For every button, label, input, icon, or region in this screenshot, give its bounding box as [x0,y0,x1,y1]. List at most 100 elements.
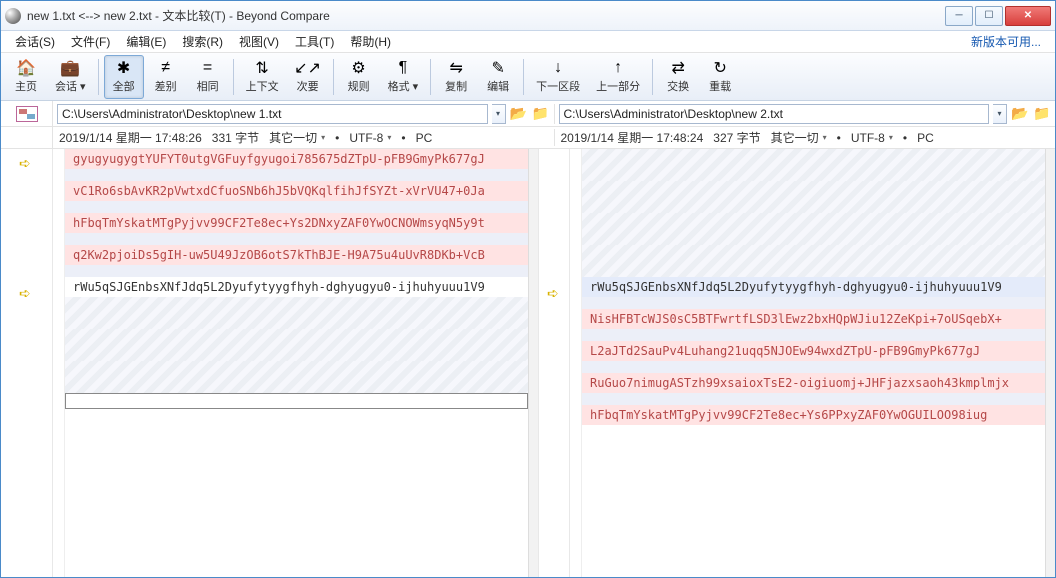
code-line[interactable]: vC1Ro6sbAvKR2pVwtxdCfuoSNb6hJ5bVQKqlfihJ… [65,181,528,201]
code-line[interactable] [65,201,528,213]
code-line[interactable] [65,297,528,329]
swap-button[interactable]: ⇄交换 [658,55,698,99]
chevron-down-icon[interactable]: ▾ [823,133,827,142]
maximize-button[interactable]: ☐ [975,6,1003,26]
menu-item[interactable]: 会话(S) [7,31,63,52]
left-path-dropdown[interactable]: ▾ [492,104,506,124]
toolbar-label: 会话 ▾ [55,78,86,94]
right-filter[interactable]: 其它一切 [771,129,819,146]
code-line[interactable] [65,329,528,361]
close-button[interactable]: ✕ [1005,6,1051,26]
code-line[interactable] [582,181,1045,213]
menu-item[interactable]: 工具(T) [287,31,342,52]
thumbnail-box[interactable] [1,101,53,127]
left-platform[interactable]: PC [416,131,433,145]
code-line[interactable]: rWu5qSJGEnbsXNfJdq5L2Dyufytyygfhyh-dghyu… [582,277,1045,297]
code-line[interactable] [582,149,1045,181]
copy-button[interactable]: ⇋复制 [436,55,476,99]
all-icon: ✱ [115,59,133,77]
update-link[interactable]: 新版本可用... [963,31,1049,52]
browse-icon[interactable]: 📁 [532,105,550,123]
browse-icon[interactable]: 📁 [1033,105,1051,123]
right-pane: rWu5qSJGEnbsXNfJdq5L2Dyufytyygfhyh-dghyu… [570,149,1055,577]
menu-item[interactable]: 文件(F) [63,31,118,52]
code-line[interactable]: q2Kw2pjoiDs5gIH-uw5U49JzOB6otS7kThBJE-H9… [65,245,528,265]
format-icon: ¶ [394,59,412,77]
menu-item[interactable]: 编辑(E) [118,31,174,52]
left-scrollbar[interactable] [528,149,538,577]
format-button[interactable]: ¶格式 ▾ [381,55,426,99]
right-path-dropdown[interactable]: ▾ [993,104,1007,124]
code-line[interactable] [582,297,1045,309]
toolbar-label: 上一部分 [596,78,640,94]
all-button[interactable]: ✱全部 [104,55,144,99]
minor-button[interactable]: ↙↗次要 [288,55,328,99]
open-folder-icon[interactable]: 📂 [1011,105,1029,123]
diff-arrow-icon[interactable]: ➪ [19,155,35,171]
next-section-button[interactable]: ↓下一区段 [529,55,587,99]
right-size: 327 字节 [713,129,760,146]
chevron-down-icon[interactable]: ▾ [321,133,325,142]
edit-button[interactable]: ✎编辑 [478,55,518,99]
right-scrollbar[interactable] [1045,149,1055,577]
code-line[interactable] [582,329,1045,341]
reload-icon: ↻ [711,59,729,77]
menu-item[interactable]: 搜索(R) [174,31,231,52]
code-line[interactable] [582,361,1045,373]
right-platform[interactable]: PC [917,131,934,145]
app-icon [5,8,21,24]
titlebar: new 1.txt <--> new 2.txt - 文本比较(T) - Bey… [1,1,1055,31]
same-button[interactable]: =相同 [188,55,228,99]
sessions-button[interactable]: 💼会话 ▾ [48,55,93,99]
left-lines[interactable]: gyugyugygtYUFYT0utgVGFuyfgyugoi785675dZT… [65,149,528,577]
code-line[interactable]: gyugyugygtYUFYT0utgVGFuyfgyugoi785675dZT… [65,149,528,169]
left-filter[interactable]: 其它一切 [269,129,317,146]
menu-item[interactable]: 帮助(H) [342,31,399,52]
code-line[interactable] [65,393,528,409]
toolbar-label: 格式 ▾ [388,78,419,94]
code-line[interactable]: RuGuo7nimugASTzh99xsaioxTsE2-oigiuomj+JH… [582,373,1045,393]
diff-arrow-icon[interactable]: ➪ [19,285,35,301]
right-lines[interactable]: rWu5qSJGEnbsXNfJdq5L2Dyufytyygfhyh-dghyu… [582,149,1045,577]
context-button[interactable]: ⇅上下文 [239,55,286,99]
right-encoding[interactable]: UTF-8 [851,131,885,145]
code-line[interactable]: hFbqTmYskatMTgPyjvv99CF2Te8ec+Ys6PPxyZAF… [582,405,1045,425]
right-path-input[interactable] [559,104,990,124]
code-line[interactable]: L2aJTd2SauPv4Luhang21uqq5NJOEw94wxdZTpU-… [582,341,1045,361]
code-line[interactable] [582,393,1045,405]
toolbar-separator [233,59,234,95]
toolbar-separator [98,59,99,95]
minimize-button[interactable]: ─ [945,6,973,26]
left-date: 2019/1/14 星期一 17:48:26 [59,129,202,146]
code-line[interactable] [582,245,1045,277]
code-line[interactable] [65,169,528,181]
toolbar-separator [430,59,431,95]
path-area: ▾ 📂 📁 ▾ 📂 📁 [1,101,1055,127]
left-path-input[interactable] [57,104,488,124]
toolbar-label: 编辑 [487,78,509,94]
code-line[interactable]: NisHFBTcWJS0sC5BTFwrtfLSD3lEwz2bxHQpWJiu… [582,309,1045,329]
code-line[interactable]: rWu5qSJGEnbsXNfJdq5L2Dyufytyygfhyh-dghyu… [65,277,528,297]
diff-button[interactable]: ≠差别 [146,55,186,99]
toolbar-label: 主页 [15,78,37,94]
reload-button[interactable]: ↻重载 [700,55,740,99]
chevron-down-icon[interactable]: ▾ [387,133,391,142]
home-button[interactable]: 🏠主页 [6,55,46,99]
toolbar-label: 下一区段 [536,78,580,94]
chevron-down-icon[interactable]: ▾ [889,133,893,142]
code-line[interactable] [65,233,528,245]
code-line[interactable]: hFbqTmYskatMTgPyjvv99CF2Te8ec+Ys2DNxyZAF… [65,213,528,233]
code-line[interactable] [65,265,528,277]
menu-item[interactable]: 视图(V) [231,31,287,52]
rules-button[interactable]: ⚙规则 [339,55,379,99]
left-encoding[interactable]: UTF-8 [349,131,383,145]
toolbar-label: 相同 [197,78,219,94]
code-line[interactable] [65,361,528,393]
prev-section-button[interactable]: ↑上一部分 [589,55,647,99]
toolbar-label: 规则 [348,78,370,94]
diff-arrow-icon[interactable]: ➪ [547,285,563,301]
open-folder-icon[interactable]: 📂 [510,105,528,123]
minor-icon: ↙↗ [299,59,317,77]
thumbnail-icon [16,106,38,122]
code-line[interactable] [582,213,1045,245]
